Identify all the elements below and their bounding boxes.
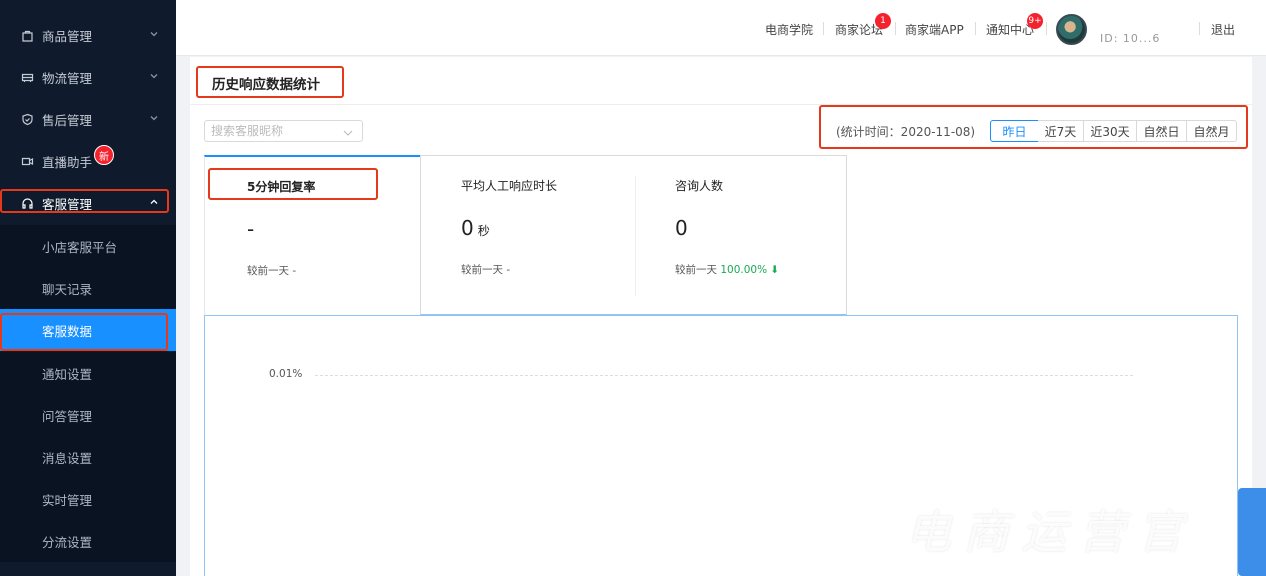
- metric-unit: 秒: [477, 224, 490, 238]
- sidebar-subitem-realtime-management[interactable]: 实时管理: [0, 478, 176, 520]
- range-yesterday[interactable]: 昨日: [990, 120, 1039, 142]
- range-natural-month[interactable]: 自然月: [1187, 120, 1237, 142]
- metric-compare: 较前一天 -: [247, 265, 297, 277]
- range-30-days[interactable]: 近30天: [1084, 120, 1137, 142]
- metric-compare: 较前一天 -: [461, 264, 511, 276]
- sidebar-subitem-label: 聊天记录: [42, 281, 93, 297]
- separator: [823, 22, 824, 35]
- sidebar-item-products[interactable]: 商品管理: [0, 14, 176, 56]
- camera-icon: [20, 154, 34, 168]
- sidebar-subitem-label: 问答管理: [42, 408, 93, 424]
- separator: [1046, 22, 1047, 35]
- bag-icon: [20, 28, 34, 42]
- chevron-down-icon: [148, 28, 160, 40]
- separator: [1199, 22, 1200, 35]
- sidebar-subitem-qa-management[interactable]: 问答管理: [0, 394, 176, 436]
- cs-nickname-select[interactable]: 搜索客服昵称: [204, 120, 363, 142]
- card-divider: [635, 176, 636, 296]
- sidebar-item-customer-service[interactable]: 客服管理: [0, 182, 176, 224]
- metric-change: 100.00%: [720, 264, 768, 276]
- chevron-down-icon: [148, 70, 160, 82]
- headset-icon: [20, 196, 34, 210]
- sidebar-subitem-label: 实时管理: [42, 492, 93, 508]
- metric-compare: 较前一天 100.00% ⬇: [675, 264, 780, 276]
- arrow-down-icon: ⬇: [767, 264, 780, 276]
- sidebar-item-label: 物流管理: [42, 70, 93, 86]
- page-title: 历史响应数据统计: [212, 77, 320, 93]
- sidebar-subitem-label: 消息设置: [42, 450, 93, 466]
- link-merchant-app[interactable]: 商家端APP: [905, 21, 964, 38]
- separator: [975, 22, 976, 35]
- sidebar-subitem-label: 分流设置: [42, 534, 93, 550]
- new-badge: 新: [94, 145, 115, 165]
- separator: [895, 22, 896, 35]
- sidebar-subitem-label: 客服数据: [42, 323, 93, 339]
- metric-value: 0秒: [461, 216, 490, 240]
- sidebar-item-logistics[interactable]: 物流管理: [0, 56, 176, 98]
- period-label: (统计时间：2020-11-08): [836, 125, 976, 139]
- metric-card-5min-reply-rate[interactable]: 5分钟回复率 - 较前一天 -: [204, 155, 420, 315]
- sidebar-item-label: 客服管理: [42, 196, 93, 212]
- sidebar-subitem-label: 通知设置: [42, 366, 93, 382]
- feedback-button[interactable]: [1238, 488, 1266, 576]
- metric-value: 0: [675, 216, 688, 240]
- forum-count-badge: 1: [875, 13, 891, 29]
- sidebar-subitem-message-settings[interactable]: 消息设置: [0, 436, 176, 478]
- chevron-down-icon: [148, 112, 160, 124]
- sidebar-subitem-routing-settings[interactable]: 分流设置: [0, 520, 176, 562]
- sidebar-subitem-cs-data[interactable]: 客服数据: [0, 309, 176, 351]
- sidebar-item-label: 商品管理: [42, 28, 93, 44]
- divider: [190, 104, 1252, 105]
- sidebar-subitem-chat-history[interactable]: 聊天记录: [0, 267, 176, 309]
- sidebar-item-aftersales[interactable]: 售后管理: [0, 98, 176, 140]
- truck-icon: [20, 70, 34, 84]
- logout-link[interactable]: 退出: [1211, 21, 1235, 38]
- sidebar-subitem-shop-cs-platform[interactable]: 小店客服平台: [0, 225, 176, 267]
- metric-name: 平均人工响应时长: [461, 179, 558, 193]
- range-7-days[interactable]: 近7天: [1038, 120, 1084, 142]
- metric-value: -: [247, 217, 255, 241]
- watermark: 电商运营官: [905, 505, 1195, 559]
- metric-card-avg-response[interactable]: 平均人工响应时长 0秒 较前一天 - 咨询人数 0 较前一天 100.00% ⬇: [420, 155, 847, 315]
- range-natural-day[interactable]: 自然日: [1137, 120, 1187, 142]
- sidebar-subitem-notification-settings[interactable]: 通知设置: [0, 352, 176, 394]
- sidebar-item-label: 直播助手: [42, 154, 93, 170]
- chevron-down-icon: [342, 125, 354, 137]
- sidebar-item-live[interactable]: 直播助手 新: [0, 140, 176, 182]
- notification-count-badge: 9+: [1027, 13, 1043, 29]
- grid-line: [315, 375, 1133, 376]
- sidebar-item-label: 售后管理: [42, 112, 93, 128]
- metric-name: 咨询人数: [675, 179, 724, 193]
- select-placeholder: 搜索客服昵称: [211, 124, 284, 138]
- user-id: ID: 10...6: [1100, 32, 1161, 45]
- shield-icon: [20, 112, 34, 126]
- y-axis-tick: 0.01%: [269, 368, 303, 380]
- sidebar: 商品管理 物流管理 售后管理 直播助手 新 客服管理 小店客服平台 聊天记录 客…: [0, 0, 176, 576]
- metric-name: 5分钟回复率: [247, 180, 316, 194]
- top-bar: 电商学院 商家论坛 1 商家端APP 通知中心 9+ ID: 10...6 退出: [176, 0, 1266, 56]
- chevron-up-icon: [148, 196, 160, 208]
- avatar[interactable]: [1056, 14, 1087, 45]
- link-ecommerce-academy[interactable]: 电商学院: [765, 21, 813, 38]
- sidebar-subitem-label: 小店客服平台: [42, 239, 118, 255]
